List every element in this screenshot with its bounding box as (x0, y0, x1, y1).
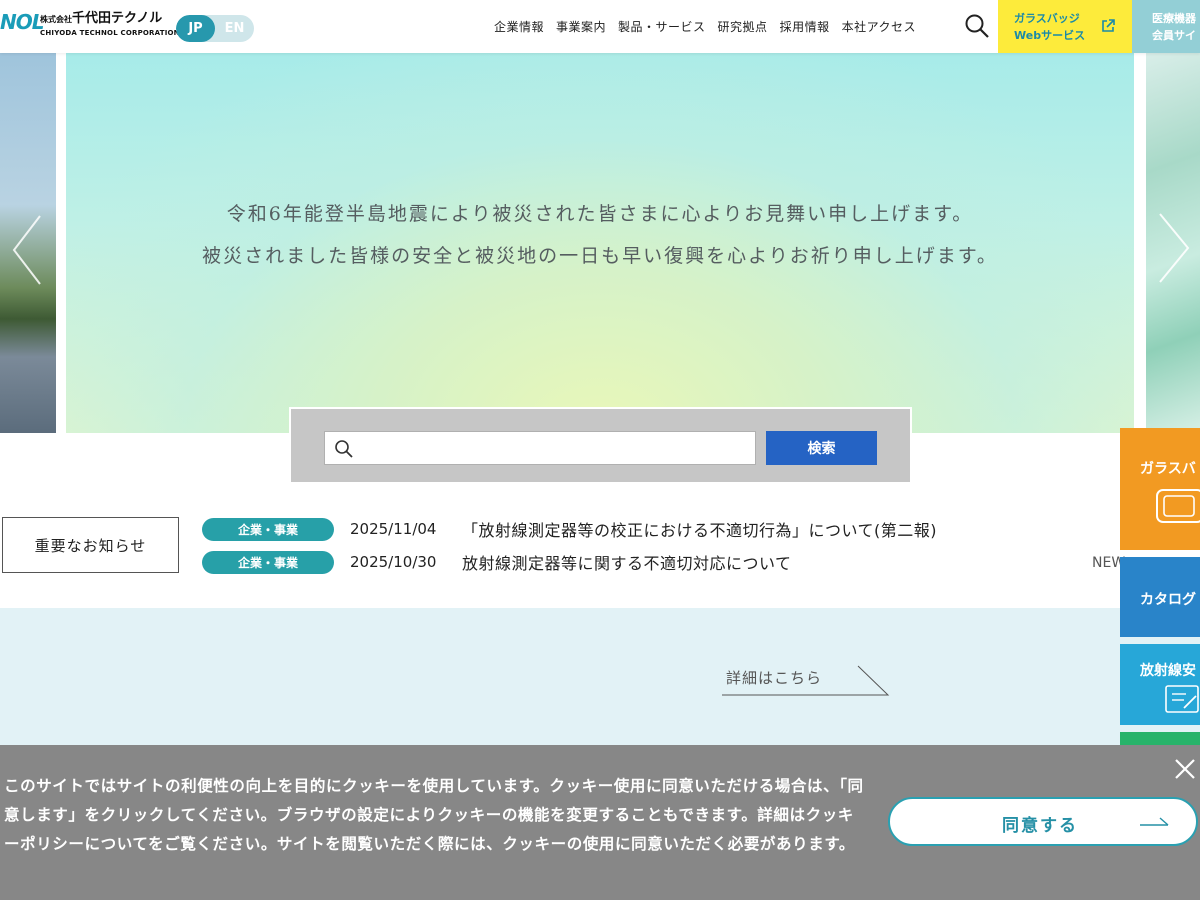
cookie-consent-text: このサイトではサイトの利便性の向上を目的にクッキーを使用しています。クッキー使用… (4, 777, 864, 853)
logo-prefix: 株式会社 (40, 15, 72, 24)
nav-item-company[interactable]: 企業情報 (494, 18, 544, 35)
nav-item-recruit[interactable]: 採用情報 (780, 18, 830, 35)
side-tab-glass-badge[interactable]: ガラスバ (1120, 428, 1200, 550)
slider-prev-icon[interactable] (8, 210, 48, 290)
cookie-agree-button[interactable]: 同意する (888, 797, 1198, 846)
logo-mark[interactable]: NOL (0, 10, 44, 34)
side-tab-catalog[interactable]: カタログ (1120, 557, 1200, 637)
external-link-icon (1102, 19, 1115, 32)
hero-slide: 令和6年能登半島地震により被災された皆さまに心よりお見舞い申し上げます。 被災さ… (66, 53, 1134, 433)
logo[interactable]: 株式会社千代田テクノル CHIYODA TECHNOL CORPORATION (40, 12, 180, 38)
logo-name-en: CHIYODA TECHNOL CORPORATION (40, 29, 180, 37)
side-tab-label: 放射線安 (1140, 663, 1196, 679)
glass-badge-line2: Webサービス (1014, 29, 1086, 42)
notice-date: 2025/11/04 (350, 520, 437, 538)
site-search-panel: 検索 (289, 407, 912, 484)
search-icon[interactable] (964, 13, 990, 39)
slider-next-icon[interactable] (1154, 208, 1194, 288)
nav-item-products[interactable]: 製品・サービス (618, 18, 706, 35)
close-icon[interactable] (1172, 756, 1198, 782)
glass-badge-web-button[interactable]: ガラスバッジ Webサービス (998, 0, 1132, 53)
cookie-agree-label: 同意する (1002, 816, 1078, 836)
medical-line1: 医療機器 (1152, 12, 1196, 25)
medical-line2: 会員サイ (1152, 29, 1196, 42)
document-pen-icon (1165, 685, 1199, 713)
side-tab-label: カタログ (1140, 592, 1196, 608)
details-link-arrow-icon (722, 665, 890, 696)
notice-title[interactable]: 放射線測定器等に関する不適切対応について (462, 550, 792, 574)
site-header: NOL 株式会社千代田テクノル CHIYODA TECHNOL CORPORAT… (0, 0, 1200, 53)
notice-category-tag: 企業・事業 (202, 517, 334, 541)
glass-badge-line1: ガラスバッジ (1014, 12, 1080, 25)
feature-band (0, 608, 1200, 745)
lang-en-button[interactable]: EN (215, 15, 254, 42)
global-nav: 企業情報 事業案内 製品・サービス 研究拠点 採用情報 本社アクセス (494, 18, 916, 35)
search-submit-button[interactable]: 検索 (766, 431, 877, 465)
notice-item[interactable]: 企業・事業 2025/11/04 「放射線測定器等の校正における不適切行為」につ… (202, 517, 937, 541)
lang-jp-button[interactable]: JP (176, 15, 215, 42)
search-input[interactable] (324, 431, 756, 465)
cookie-consent-banner: このサイトではサイトの利便性の向上を目的にクッキーを使用しています。クッキー使用… (0, 745, 1200, 900)
side-tab-label: ガラスバ (1140, 461, 1196, 477)
hero-message-line2: 被災されました皆様の安全と被災地の一日も早い復興を心よりお祈り申し上げます。 (202, 245, 998, 267)
logo-company: 千代田テクノル (72, 11, 163, 26)
nav-item-access[interactable]: 本社アクセス (842, 18, 916, 35)
hero-message-line1: 令和6年能登半島地震により被災された皆さまに心よりお見舞い申し上げます。 (226, 203, 974, 225)
nav-item-business[interactable]: 事業案内 (556, 18, 606, 35)
medical-member-site-button[interactable]: 医療機器 会員サイ (1132, 0, 1200, 53)
notice-title[interactable]: 「放射線測定器等の校正における不適切行為」について(第二報) (462, 517, 937, 541)
nav-item-research[interactable]: 研究拠点 (718, 18, 768, 35)
notice-category-tag: 企業・事業 (202, 550, 334, 574)
badge-icon (1156, 489, 1200, 523)
language-switch: JP EN (176, 15, 254, 42)
notice-date: 2025/10/30 (350, 553, 437, 571)
search-input-icon (335, 440, 353, 458)
side-tab-radiation-safety[interactable]: 放射線安 (1120, 644, 1200, 725)
important-notices-button[interactable]: 重要なお知らせ (2, 517, 179, 573)
logo-name-jp: 株式会社千代田テクノル (40, 12, 180, 27)
arrow-right-icon (1140, 817, 1169, 826)
notice-item[interactable]: 企業・事業 2025/10/30 放射線測定器等に関する不適切対応について (202, 550, 792, 574)
